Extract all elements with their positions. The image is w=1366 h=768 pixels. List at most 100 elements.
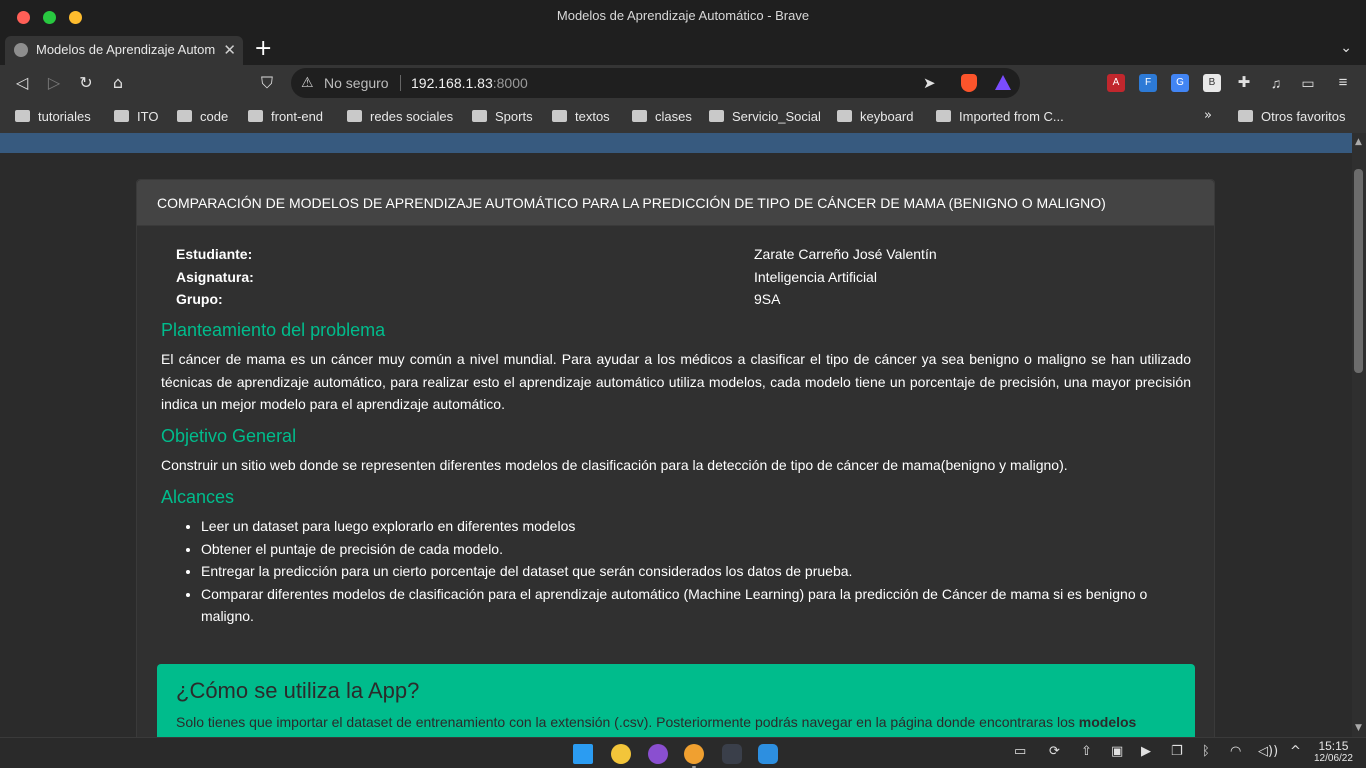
translate-extension-icon[interactable]: G [1171, 74, 1189, 92]
address-bar[interactable]: ⚠ No seguro 192.168.1.83:8000 ➤ [291, 68, 1020, 98]
alert-title: ¿Cómo se utiliza la App? [176, 678, 420, 703]
home-icon[interactable]: ⌂ [107, 72, 129, 94]
clock-date: 12/06/22 [1314, 753, 1353, 764]
content-card: COMPARACIÓN DE MODELOS DE APRENDIZAJE AU… [136, 179, 1215, 737]
wallet-icon[interactable]: ▭ [1299, 74, 1317, 92]
files-app-icon[interactable] [611, 744, 631, 764]
forward-arrow-icon[interactable]: ▷ [43, 72, 65, 94]
new-tab-button[interactable]: + [254, 37, 272, 61]
system-clock[interactable]: 15:15 12/06/22 [1314, 740, 1353, 765]
extensions-puzzle-icon[interactable]: ✚ [1235, 74, 1253, 92]
pdf-extension-icon[interactable]: A [1107, 74, 1125, 92]
bookmark-folder[interactable]: Imported from C... [936, 109, 1064, 124]
scroll-down-arrow-icon[interactable]: ▼ [1355, 723, 1362, 733]
scope-heading: Alcances [161, 487, 235, 507]
info-value: 9SA [754, 291, 781, 307]
url-port: :8000 [492, 75, 528, 91]
folder-icon [552, 110, 567, 122]
folder-icon [177, 110, 192, 122]
bookmark-icon[interactable]: ⛉ [256, 72, 278, 94]
info-label: Estudiante: [176, 246, 253, 262]
page-scrollbar[interactable]: ▲ ▼ [1352, 133, 1366, 737]
problem-text: El cáncer de mama es un cáncer muy común… [161, 351, 1191, 412]
b-extension-icon[interactable]: B [1203, 74, 1221, 92]
share-icon[interactable]: ➤ [923, 74, 936, 92]
url-text[interactable]: 192.168.1.83:8000 [411, 75, 528, 91]
scope-list: Leer un dataset para luego explorarlo en… [161, 515, 1191, 628]
desktop-icon[interactable]: ▭ [1014, 744, 1026, 759]
list-item: Entregar la predicción para un cierto po… [201, 560, 1191, 583]
other-bookmarks-folder[interactable]: Otros favoritos [1238, 109, 1346, 124]
screenshot-tray-icon[interactable]: ⟳ [1049, 744, 1060, 759]
window-titlebar: Modelos de Aprendizaje Automático - Brav… [0, 0, 1366, 34]
info-row-group: Grupo: 9SA [176, 291, 780, 307]
folder-icon [248, 110, 263, 122]
brave-shields-icon[interactable] [961, 74, 977, 92]
bookmark-folder[interactable]: clases [632, 109, 692, 124]
url-host: 192.168.1.83 [411, 75, 493, 91]
tab-strip: Modelos de Aprendizaje Autom ✕ + ⌄ [0, 34, 1366, 65]
folder-icon [709, 110, 724, 122]
address-separator [400, 75, 401, 91]
folder-icon [632, 110, 647, 122]
close-tab-icon[interactable]: ✕ [223, 40, 236, 60]
security-status: No seguro [324, 75, 389, 91]
window-title: Modelos de Aprendizaje Automático - Brav… [556, 8, 810, 23]
scroll-up-arrow-icon[interactable]: ▲ [1355, 137, 1362, 147]
display-icon[interactable]: ▣ [1111, 744, 1123, 759]
folder-icon [1238, 110, 1253, 122]
terminal-app-icon[interactable] [722, 744, 742, 764]
bookmark-folder[interactable]: keyboard [837, 109, 913, 124]
globe-icon [14, 43, 28, 57]
folder-icon [15, 110, 30, 122]
folder-icon [837, 110, 852, 122]
bookmarks-overflow-button[interactable]: » [1204, 108, 1212, 123]
reload-icon[interactable]: ↻ [75, 72, 97, 94]
chevron-up-icon[interactable]: ^ [1290, 744, 1301, 759]
bookmark-folder[interactable]: redes sociales [347, 109, 453, 124]
brave-rewards-icon[interactable] [995, 75, 1011, 90]
media-player-icon[interactable]: ▶ [1141, 744, 1151, 759]
ft-extension-icon[interactable]: F [1139, 74, 1157, 92]
alert-text: Solo tienes que importar el dataset de e… [176, 714, 1137, 730]
problem-heading: Planteamiento del problema [161, 320, 386, 340]
menu-icon[interactable]: ≡ [1334, 74, 1352, 92]
bookmark-folder[interactable]: front-end [248, 109, 323, 124]
clock-time: 15:15 [1318, 739, 1349, 753]
tab-list-chevron-icon[interactable]: ⌄ [1340, 40, 1352, 56]
list-item: Obtener el puntaje de precisión de cada … [201, 538, 1191, 561]
start-menu-icon[interactable] [573, 744, 593, 764]
card-header: COMPARACIÓN DE MODELOS DE APRENDIZAJE AU… [137, 180, 1214, 226]
browser-toolbar: ◁ ▷ ↻ ⌂ ⛉ ⚠ No seguro 192.168.1.83:8000 … [0, 65, 1366, 101]
tab-active[interactable]: Modelos de Aprendizaje Autom ✕ [5, 36, 243, 65]
screenshot-app-icon[interactable] [648, 744, 668, 764]
vscode-app-icon[interactable] [758, 744, 778, 764]
bookmark-folder[interactable]: Sports [472, 109, 533, 124]
list-item: Leer un dataset para luego explorarlo en… [201, 515, 1191, 538]
bookmark-folder[interactable]: textos [552, 109, 610, 124]
volume-icon[interactable]: ◁)) [1258, 744, 1278, 759]
scrollbar-thumb[interactable] [1354, 169, 1363, 373]
info-label: Grupo: [176, 291, 223, 307]
media-icon[interactable]: ♫ [1267, 74, 1285, 92]
bookmark-folder[interactable]: Servicio_Social [709, 109, 821, 124]
folder-icon [472, 110, 487, 122]
updates-icon[interactable]: ⇧ [1081, 744, 1092, 759]
info-label: Asignatura: [176, 269, 254, 285]
info-value: Inteligencia Artificial [754, 269, 877, 285]
clipboard-icon[interactable]: ❐ [1171, 744, 1183, 759]
list-item: Comparar diferentes modelos de clasifica… [201, 583, 1191, 628]
bookmark-folder[interactable]: ITO [114, 109, 158, 124]
folder-icon [347, 110, 362, 122]
os-taskbar: ▭ ⟳ ⇧ ▣ ▶ ❐ ᛒ ◠ ◁)) ^ 15:15 12/06/22 [0, 737, 1366, 768]
folder-icon [936, 110, 951, 122]
alert-bold-text: modelos [1078, 714, 1137, 730]
bookmark-folder[interactable]: tutoriales [15, 109, 91, 124]
wifi-icon[interactable]: ◠ [1230, 744, 1241, 759]
brave-app-icon[interactable] [684, 744, 704, 764]
bluetooth-icon[interactable]: ᛒ [1202, 744, 1210, 759]
bookmarks-bar: tutoriales ITO code front-end redes soci… [0, 101, 1366, 133]
warning-icon: ⚠ [301, 75, 314, 91]
back-arrow-icon[interactable]: ◁ [11, 72, 33, 94]
bookmark-folder[interactable]: code [177, 109, 228, 124]
